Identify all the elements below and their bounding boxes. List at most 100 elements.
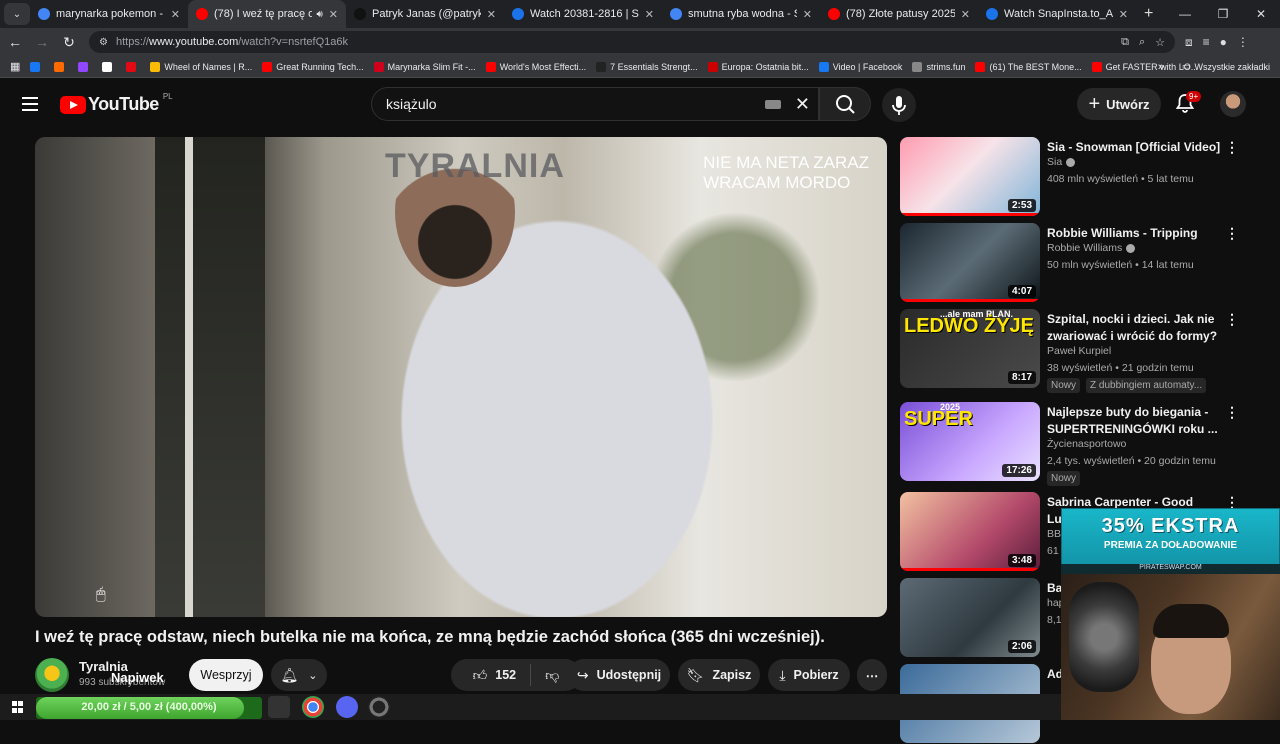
download-button[interactable]: ⤓ Pobierz xyxy=(768,659,850,691)
rec-channel[interactable]: Paweł Kurpiel xyxy=(1047,345,1111,357)
address-bar[interactable]: ⚙ https://www.youtube.com/watch?v=nsrtef… xyxy=(89,31,1175,53)
account-avatar[interactable] xyxy=(1220,91,1246,117)
forward-icon[interactable]: → xyxy=(30,34,54,50)
rec-more-icon[interactable]: ⋮ xyxy=(1225,311,1239,328)
video-thumbnail[interactable]: 3:48 xyxy=(900,492,1040,571)
bookmark-item[interactable]: World's Most Effecti... xyxy=(485,61,586,72)
bookmark-item[interactable]: strims.fun xyxy=(912,61,965,72)
rec-channel[interactable]: Życienasportowo xyxy=(1047,438,1126,450)
obs-icon[interactable] xyxy=(368,696,390,718)
browser-tab[interactable]: smutna ryba wodna - Szukaj w ✕ xyxy=(662,0,820,28)
rec-channel[interactable]: Sia xyxy=(1047,156,1076,168)
install-icon[interactable]: ⧉ xyxy=(1121,36,1129,49)
all-bookmarks-link[interactable]: Wszystkie zakładki xyxy=(1194,62,1270,72)
browser-tab[interactable]: (78) I weź tę pracę odstaw,🔊︎ ✕ xyxy=(188,0,346,28)
profile-icon[interactable]: ● xyxy=(1220,35,1227,50)
channel-avatar[interactable] xyxy=(35,658,69,692)
discord-icon[interactable] xyxy=(336,696,358,718)
new-badge: Nowy xyxy=(1047,378,1081,393)
tab-close-icon[interactable]: ✕ xyxy=(1119,8,1128,21)
browser-tab[interactable]: marynarka pokemon - Szukaj w ✕ xyxy=(30,0,188,28)
browser-tab[interactable]: Patryk Janas (@patrykjanasoffi ✕ xyxy=(346,0,504,28)
video-thumbnail[interactable]: 2:53 xyxy=(900,137,1040,216)
guide-menu-icon[interactable] xyxy=(22,97,38,111)
zoom-icon[interactable]: ⌕ xyxy=(1139,36,1145,49)
new-tab-button[interactable]: + xyxy=(1144,5,1153,23)
tab-search-icon[interactable]: ⌄ xyxy=(4,3,30,25)
save-button[interactable]: 🔖︎ Zapisz xyxy=(678,659,760,691)
bookmark-item[interactable]: 7 Essentials Strengt... xyxy=(596,61,698,72)
tab-close-icon[interactable]: ✕ xyxy=(961,8,970,21)
tab-close-icon[interactable]: ✕ xyxy=(645,8,654,21)
apps-icon[interactable]: ▦ xyxy=(10,60,20,73)
video-player[interactable]: TYRALNIA NIE MA NETA ZARAZ WRACAM MORDO xyxy=(35,137,887,617)
browser-tab[interactable]: Watch SnapInsta.to_AQOZBwe ✕ xyxy=(978,0,1136,28)
bookmark-item[interactable] xyxy=(30,61,44,72)
subscription-bell-button[interactable]: 🔔︎ ⌄ xyxy=(271,659,327,691)
youtube-logo[interactable]: YouTube PL xyxy=(60,92,173,115)
rec-more-icon[interactable]: ⋮ xyxy=(1225,225,1239,242)
back-icon[interactable]: ← xyxy=(3,34,27,50)
bookmark-item[interactable] xyxy=(78,61,92,72)
video-thumbnail[interactable]: SUPER 2025 17:26 xyxy=(900,402,1040,481)
bookmark-label: Video | Facebook xyxy=(832,61,903,72)
bookmark-item[interactable]: Wheel of Names | R... xyxy=(150,61,252,72)
bookmark-item[interactable]: Video | Facebook xyxy=(818,61,903,72)
address-url[interactable]: https://www.youtube.com/watch?v=nsrtefQ1… xyxy=(116,36,1111,48)
rec-title[interactable]: Robbie Williams - Tripping xyxy=(1047,225,1227,242)
rec-title[interactable]: Sia - Snowman [Official Video] xyxy=(1047,139,1227,156)
tab-close-icon[interactable]: ✕ xyxy=(803,8,812,21)
search-box[interactable]: książulo ✕ xyxy=(371,87,819,121)
like-button[interactable]: 👍︎ 152 xyxy=(473,667,517,684)
menu-icon[interactable]: ⋮ xyxy=(1237,35,1249,50)
recommendation-item[interactable]: LEDWO ŻYJĘ ...ale mam PLAN. 8:17 Szpital, n… xyxy=(900,309,1245,393)
tab-close-icon[interactable]: ✕ xyxy=(487,8,496,21)
more-bookmarks-icon[interactable]: » xyxy=(1158,61,1164,73)
windows-start-icon[interactable] xyxy=(12,701,24,713)
speaker-icon[interactable]: 🔊︎ xyxy=(316,9,322,20)
rec-title[interactable]: Najlepsze buty do biegania - SUPERTRENIN… xyxy=(1047,404,1227,438)
create-button[interactable]: + Utwórz xyxy=(1077,88,1161,120)
keyboard-icon[interactable] xyxy=(764,99,781,109)
bookmark-item[interactable] xyxy=(102,61,116,72)
recommendation-item[interactable]: 2:53 Sia - Snowman [Official Video] Sia 408… xyxy=(900,137,1245,217)
reload-icon[interactable]: ↻ xyxy=(57,34,81,51)
recommendation-item[interactable]: 4:07 Robbie Williams - Tripping Robbie Wil… xyxy=(900,223,1245,303)
rec-channel[interactable]: BB xyxy=(1047,528,1061,540)
rec-more-icon[interactable]: ⋮ xyxy=(1225,139,1239,156)
rec-more-icon[interactable]: ⋮ xyxy=(1225,404,1239,421)
search-button[interactable] xyxy=(819,87,871,121)
terminal-icon[interactable] xyxy=(268,696,290,718)
bookmark-item[interactable] xyxy=(126,61,140,72)
site-info-icon[interactable]: ⚙ xyxy=(99,37,108,48)
bookmark-item[interactable] xyxy=(54,61,68,72)
voice-search-button[interactable] xyxy=(882,88,916,122)
browser-tab[interactable]: Watch 20381-2816 | Streamabl ✕ xyxy=(504,0,662,28)
minimize-icon[interactable]: — xyxy=(1166,7,1204,21)
extensions-icon[interactable]: ⧈ xyxy=(1185,35,1193,50)
media-icon[interactable]: ≡ xyxy=(1203,35,1210,50)
more-actions-button[interactable]: ⋯ xyxy=(857,659,887,691)
recommendation-item[interactable]: SUPER 2025 17:26 Najlepsze buty do biegania… xyxy=(900,402,1245,486)
tab-close-icon[interactable]: ✕ xyxy=(329,8,338,21)
rec-channel[interactable]: Robbie Williams xyxy=(1047,242,1136,254)
close-window-icon[interactable]: ✕ xyxy=(1242,7,1280,21)
bookmark-star-icon[interactable]: ☆ xyxy=(1155,36,1165,49)
bookmark-item[interactable]: (61) The BEST Mone... xyxy=(975,61,1082,72)
tab-close-icon[interactable]: ✕ xyxy=(171,8,180,21)
search-input[interactable]: książulo xyxy=(386,96,765,112)
bookmark-item[interactable]: Great Running Tech... xyxy=(262,61,364,72)
video-thumbnail[interactable]: 4:07 xyxy=(900,223,1040,302)
bookmark-item[interactable]: Marynarka Slim Fit -... xyxy=(373,61,476,72)
video-thumbnail[interactable]: LEDWO ŻYJĘ ...ale mam PLAN. 8:17 xyxy=(900,309,1040,388)
bookmark-item[interactable]: Europa: Ostatnia bit... xyxy=(707,61,809,72)
rec-title[interactable]: Szpital, nocki i dzieci. Jak nie zwariow… xyxy=(1047,311,1227,345)
share-button[interactable]: ↪ Udostępnij xyxy=(568,659,670,691)
dislike-button[interactable]: 👎︎ xyxy=(545,667,559,684)
chrome-icon[interactable] xyxy=(302,696,324,718)
clear-search-icon[interactable]: ✕ xyxy=(795,94,810,115)
browser-tab[interactable]: (78) Złote patusy 2025 - YouTu ✕ xyxy=(820,0,978,28)
support-button[interactable]: Wesprzyj xyxy=(189,659,263,691)
video-thumbnail[interactable]: 2:06 xyxy=(900,578,1040,657)
restore-icon[interactable]: ❐ xyxy=(1204,7,1242,21)
